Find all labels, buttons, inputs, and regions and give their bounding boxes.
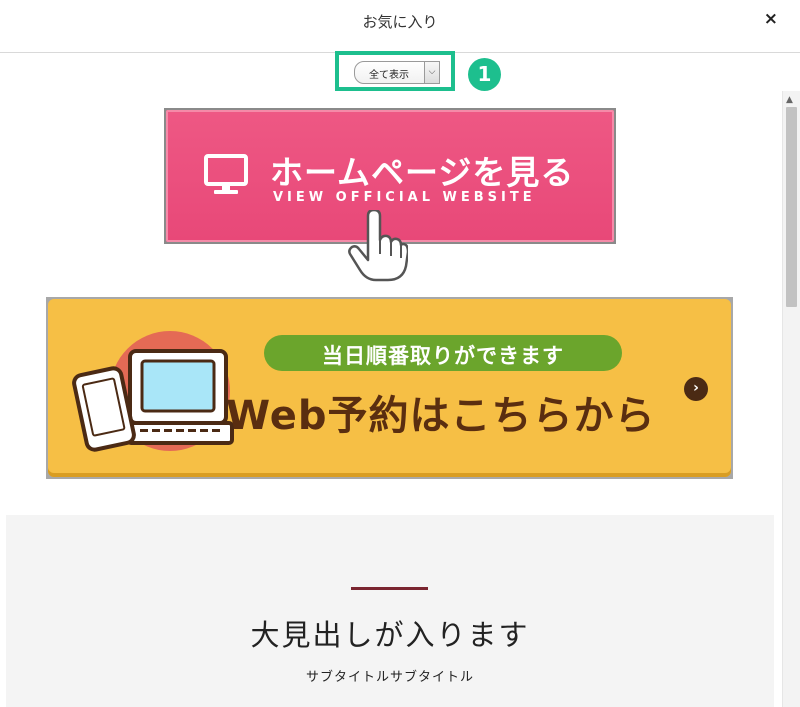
display-filter-select[interactable]: 全て表示 ⌵ — [354, 61, 440, 84]
pointing-hand-icon — [348, 210, 408, 282]
vertical-scrollbar[interactable]: ▲ — [782, 91, 800, 707]
computer-and-phone-icon — [72, 331, 234, 452]
chevron-right-icon: › — [684, 377, 708, 401]
homepage-banner[interactable]: ホームページを見る VIEW OFFICIAL WEBSITE — [164, 108, 616, 282]
annotation-step-badge: 1 — [468, 58, 501, 91]
section-heading: 大見出しが入ります — [250, 618, 530, 652]
web-booking-banner-face: 当日順番取りができます Web予約はこちらから › — [48, 299, 731, 477]
scroll-up-icon[interactable]: ▲ — [786, 95, 793, 105]
display-filter-value: 全て表示 — [369, 70, 409, 81]
monitor-icon — [204, 154, 248, 194]
web-booking-banner[interactable]: 当日順番取りができます Web予約はこちらから › — [46, 297, 733, 479]
dialog-title: お気に入り — [362, 13, 438, 31]
web-booking-title: Web予約はこちらから — [226, 393, 656, 439]
homepage-banner-title: ホームページを見る — [270, 153, 575, 192]
same-day-queue-text: 当日順番取りができます — [322, 344, 564, 368]
scroll-thumb[interactable] — [786, 107, 797, 307]
same-day-queue-pill: 当日順番取りができます — [264, 335, 622, 371]
close-button[interactable]: × — [764, 9, 778, 29]
dialog-header: お気に入り × — [0, 0, 800, 53]
homepage-banner-face: ホームページを見る VIEW OFFICIAL WEBSITE — [166, 110, 614, 282]
heading-accent-bar — [351, 587, 428, 590]
chevron-down-icon[interactable]: ⌵ — [424, 61, 440, 84]
section-subtitle: サブタイトルサブタイトル — [305, 670, 474, 685]
content-section: 大見出しが入ります サブタイトルサブタイトル — [6, 515, 774, 707]
homepage-banner-subtitle: VIEW OFFICIAL WEBSITE — [273, 190, 536, 205]
